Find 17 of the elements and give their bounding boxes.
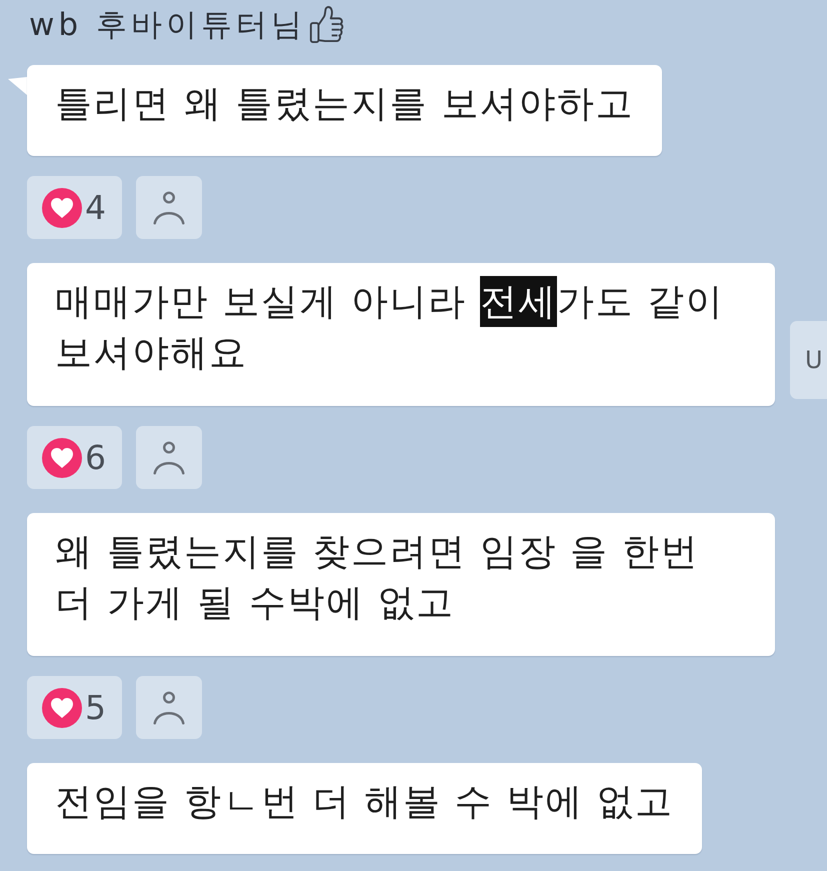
message-text: 가도 같이	[556, 279, 724, 325]
like-button[interactable]: 6	[27, 426, 122, 489]
side-button[interactable]: U	[790, 321, 827, 399]
like-button[interactable]: 4	[27, 176, 122, 239]
profile-button[interactable]	[136, 676, 202, 739]
thumbs-up-icon	[308, 5, 345, 45]
sender-name: wb 후바이튜터님	[29, 6, 306, 45]
message-text: 더 가게 될 수박에 없고	[55, 580, 455, 626]
profile-button[interactable]	[136, 176, 202, 239]
message-text: 보셔야해요	[55, 330, 248, 376]
selected-text: 전세	[480, 276, 557, 327]
message-text: 틀리면 왜 틀렸는지를 보셔야하고	[55, 81, 634, 127]
profile-button[interactable]	[136, 426, 202, 489]
message-text: 매매가만 보실게 아니라	[55, 279, 468, 325]
message-text: 전임을 항ㄴ번 더 해볼 수 박에 없고	[55, 779, 674, 825]
like-button[interactable]: 5	[27, 676, 122, 739]
message-text: 왜 틀렸는지를 찾으려면 임장 을 한번	[55, 529, 699, 575]
